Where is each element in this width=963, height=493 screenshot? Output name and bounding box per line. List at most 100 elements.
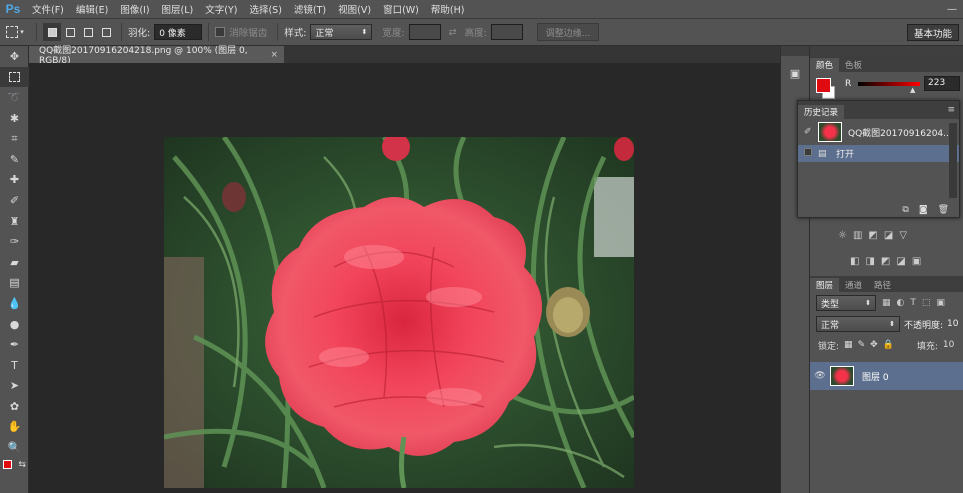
eyedropper-tool-icon[interactable]: ✎ [0, 149, 29, 170]
menu-select[interactable]: 选择(S) [243, 0, 287, 18]
crop-tool-icon[interactable]: ⌗ [0, 128, 29, 149]
color-swatches[interactable]: ⇆ [0, 458, 29, 472]
filter-shape-icon[interactable]: ⬚ [922, 298, 931, 308]
tab-layers[interactable]: 图层 [810, 278, 840, 292]
menu-help[interactable]: 帮助(H) [425, 0, 471, 18]
menu-type[interactable]: 文字(Y) [199, 0, 243, 18]
gradient-map-icon[interactable]: ◪ [896, 256, 905, 267]
tab-color[interactable]: 颜色 [810, 58, 840, 72]
shape-tool-icon[interactable]: ✿ [0, 396, 29, 417]
lock-transparency-icon[interactable]: ▦ [844, 340, 853, 350]
blur-tool-icon[interactable]: 💧 [0, 293, 29, 314]
filter-type-icon[interactable]: T [910, 298, 916, 308]
dodge-tool-icon[interactable]: ● [0, 314, 29, 335]
filter-adjust-icon[interactable]: ◐ [897, 298, 905, 308]
document-tab[interactable]: QQ截图20170916204218.png @ 100% (图层 0, RGB… [29, 46, 284, 66]
divider [121, 23, 122, 41]
style-label: 样式: [284, 28, 307, 39]
eraser-tool-icon[interactable]: ▰ [0, 252, 29, 273]
history-snapshot[interactable]: ✐ QQ截图20170916204... [798, 119, 959, 145]
selective-color-icon[interactable]: ▣ [912, 256, 921, 267]
trash-icon[interactable]: 🗑 [938, 205, 949, 215]
lock-pixels-icon[interactable]: ✎ [858, 340, 866, 350]
width-input[interactable] [408, 24, 441, 40]
new-selection-icon[interactable] [43, 23, 61, 41]
canvas-image[interactable] [164, 137, 634, 488]
history-panel-icon[interactable]: ▣ [781, 56, 809, 90]
healing-brush-tool-icon[interactable]: ✚ [0, 170, 29, 191]
brightness-icon[interactable]: ☼ [838, 230, 847, 241]
layer-filter-select[interactable]: 类型 ⬍ [816, 295, 876, 311]
foreground-color-swatch[interactable] [3, 460, 13, 470]
marquee-tool-preset-icon[interactable]: ▾ [0, 23, 30, 41]
clone-stamp-tool-icon[interactable]: ♜ [0, 211, 29, 232]
minimize-button[interactable]: — [947, 4, 957, 15]
menu-file[interactable]: 文件(F) [26, 0, 70, 18]
magic-wand-tool-icon[interactable]: ✱ [0, 108, 29, 129]
swap-dimensions-icon[interactable]: ⇄ [449, 27, 457, 38]
lock-position-icon[interactable]: ✥ [870, 340, 878, 350]
brush-tool-icon[interactable]: ✐ [0, 190, 29, 211]
exposure-icon[interactable]: ◪ [884, 230, 893, 241]
menu-edit[interactable]: 编辑(E) [70, 0, 114, 18]
filter-pixel-icon[interactable]: ▦ [882, 298, 891, 308]
new-document-from-state-icon[interactable]: ⧉ [902, 205, 908, 215]
lock-all-icon[interactable]: 🔒 [883, 340, 894, 350]
hand-tool-icon[interactable]: ✋ [0, 417, 29, 438]
menu-filter[interactable]: 滤镜(T) [288, 0, 332, 18]
tab-channels[interactable]: 通道 [839, 278, 868, 292]
workspace-button[interactable]: 基本功能 [906, 24, 959, 41]
gradient-tool-icon[interactable]: ▤ [0, 273, 29, 294]
add-to-selection-icon[interactable] [61, 23, 79, 41]
layers-panel-tabs: 图层 通道 路径 [810, 276, 963, 292]
tab-paths[interactable]: 路径 [868, 278, 897, 292]
panel-menu-icon[interactable]: ≡ [947, 105, 955, 115]
step-source-checkbox[interactable] [804, 148, 812, 156]
levels-icon[interactable]: ▥ [853, 230, 862, 241]
antialias-checkbox[interactable] [215, 27, 226, 37]
rectangular-marquee-tool-icon[interactable] [0, 66, 29, 88]
refine-edge-button[interactable]: 调整边缘... [536, 23, 600, 41]
history-brush-tool-icon[interactable]: ✑ [0, 231, 29, 252]
type-tool-icon[interactable]: T [0, 355, 29, 376]
invert-icon[interactable]: ◧ [850, 256, 859, 267]
step-source-slot [804, 148, 818, 159]
foreground-color-swatch[interactable] [816, 78, 831, 93]
pen-tool-icon[interactable]: ✒ [0, 334, 29, 355]
curves-icon[interactable]: ◩ [868, 230, 877, 241]
layer-name[interactable]: 图层 0 [862, 370, 889, 383]
new-snapshot-icon[interactable]: ◙ [919, 205, 928, 215]
vibrance-icon[interactable]: ▽ [899, 230, 907, 241]
zoom-tool-icon[interactable]: 🔍 [0, 437, 29, 458]
lasso-tool-icon[interactable]: ➰ [0, 87, 29, 108]
blend-mode-select[interactable]: 正常 ⬍ [816, 316, 900, 332]
menu-layer[interactable]: 图层(L) [156, 0, 200, 18]
tab-swatches[interactable]: 色板 [839, 58, 868, 72]
fill-value[interactable]: 10 [943, 340, 954, 350]
swap-colors-icon[interactable]: ⇆ [18, 460, 26, 470]
subtract-from-selection-icon[interactable] [79, 23, 97, 41]
layer-row[interactable]: 👁 图层 0 [810, 362, 963, 390]
channel-value-input[interactable]: 223 [924, 76, 960, 91]
height-input[interactable] [490, 24, 523, 40]
path-selection-tool-icon[interactable]: ➤ [0, 376, 29, 397]
posterize-icon[interactable]: ◨ [865, 256, 874, 267]
slider-handle-icon[interactable]: ▲ [910, 86, 915, 94]
tab-history[interactable]: 历史记录 [798, 105, 845, 119]
menu-view[interactable]: 视图(V) [332, 0, 377, 18]
history-scrollbar[interactable] [949, 123, 957, 198]
visibility-eye-icon[interactable]: 👁 [810, 371, 830, 381]
menu-image[interactable]: 图像(I) [114, 0, 155, 18]
intersect-selection-icon[interactable] [97, 23, 115, 41]
history-step[interactable]: ▤ 打开 [798, 145, 959, 162]
move-tool-icon[interactable]: ✥ [0, 46, 29, 67]
filter-smart-icon[interactable]: ▣ [936, 298, 945, 308]
threshold-icon[interactable]: ◩ [881, 256, 890, 267]
feather-input[interactable]: 0 像素 [154, 24, 203, 40]
opacity-value[interactable]: 10 [947, 319, 958, 329]
blend-row: 正常 ⬍ 不透明度: 10 [810, 314, 963, 334]
style-select[interactable]: 正常 ⬍ [310, 24, 373, 40]
menu-window[interactable]: 窗口(W) [377, 0, 425, 18]
close-icon[interactable]: × [270, 50, 278, 60]
history-brush-source-icon[interactable]: ✐ [804, 127, 818, 137]
